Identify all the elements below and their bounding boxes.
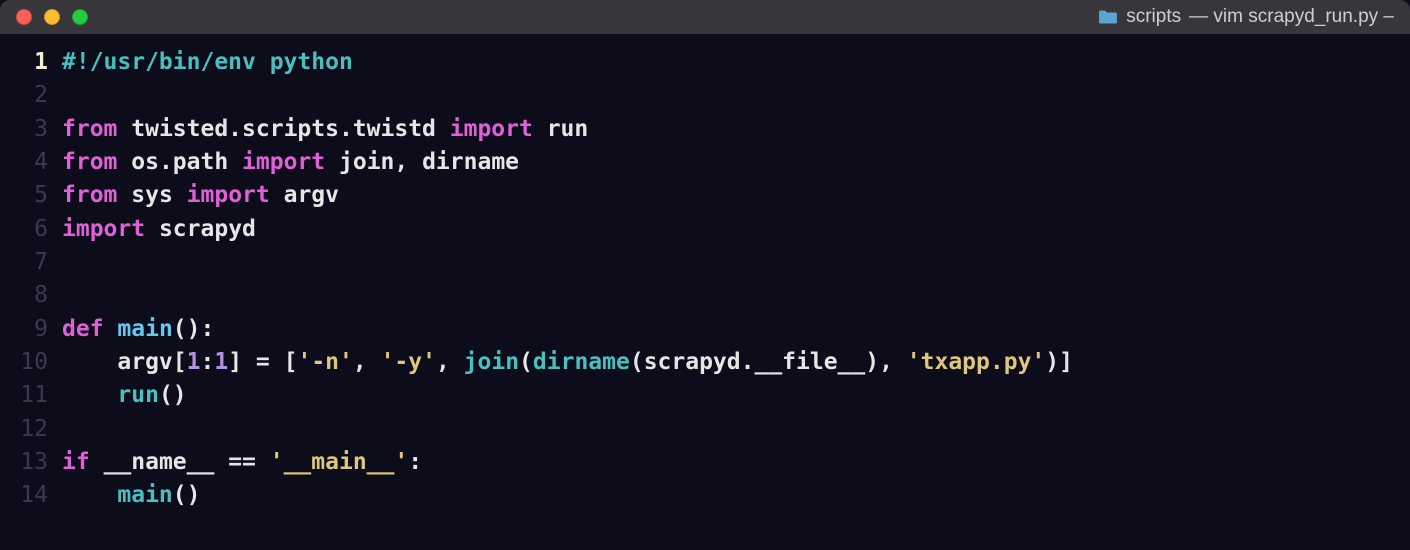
code-content[interactable]: #!/usr/bin/env python from twisted.scrip… xyxy=(62,46,1410,513)
code-line[interactable]: run() xyxy=(62,379,1410,412)
code-line[interactable] xyxy=(62,79,1410,112)
code-line[interactable] xyxy=(62,413,1410,446)
line-number: 7 xyxy=(0,246,48,279)
line-number: 5 xyxy=(0,179,48,212)
line-number: 14 xyxy=(0,479,48,512)
title-suffix: — vim scrapyd_run.py – xyxy=(1189,3,1394,31)
line-number: 13 xyxy=(0,446,48,479)
line-number: 9 xyxy=(0,313,48,346)
line-number: 4 xyxy=(0,146,48,179)
window-titlebar: scripts — vim scrapyd_run.py – xyxy=(0,0,1410,34)
line-number-gutter: 1234567891011121314 xyxy=(0,46,62,513)
line-number: 2 xyxy=(0,79,48,112)
line-number: 11 xyxy=(0,379,48,412)
code-line[interactable] xyxy=(62,246,1410,279)
fullscreen-window-button[interactable] xyxy=(72,9,88,25)
close-window-button[interactable] xyxy=(16,9,32,25)
window-controls xyxy=(16,9,88,25)
code-line[interactable]: from twisted.scripts.twistd import run xyxy=(62,113,1410,146)
line-number: 8 xyxy=(0,279,48,312)
code-line[interactable]: #!/usr/bin/env python xyxy=(62,46,1410,79)
code-line[interactable]: argv[1:1] = ['-n', '-y', join(dirname(sc… xyxy=(62,346,1410,379)
code-line[interactable]: from sys import argv xyxy=(62,179,1410,212)
line-number: 12 xyxy=(0,413,48,446)
code-line[interactable]: import scrapyd xyxy=(62,213,1410,246)
line-number: 6 xyxy=(0,213,48,246)
line-number: 10 xyxy=(0,346,48,379)
code-line[interactable]: main() xyxy=(62,479,1410,512)
code-line[interactable] xyxy=(62,279,1410,312)
editor-area[interactable]: 1234567891011121314 #!/usr/bin/env pytho… xyxy=(0,34,1410,513)
minimize-window-button[interactable] xyxy=(44,9,60,25)
window-title: scripts — vim scrapyd_run.py – xyxy=(1098,3,1394,31)
line-number: 3 xyxy=(0,113,48,146)
line-number: 1 xyxy=(0,46,48,79)
title-folder: scripts xyxy=(1126,3,1181,31)
code-line[interactable]: if __name__ == '__main__': xyxy=(62,446,1410,479)
folder-icon xyxy=(1098,9,1118,25)
code-line[interactable]: def main(): xyxy=(62,313,1410,346)
code-line[interactable]: from os.path import join, dirname xyxy=(62,146,1410,179)
